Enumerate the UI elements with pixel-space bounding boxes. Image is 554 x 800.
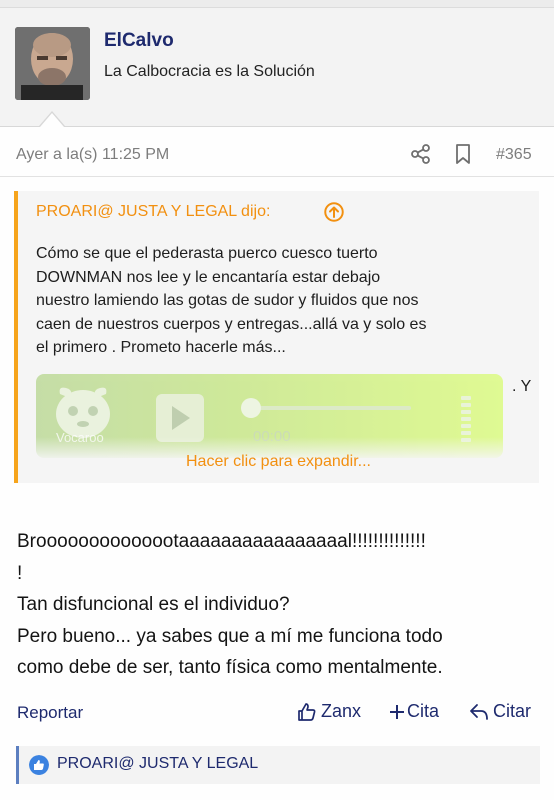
- reactions-bar[interactable]: PROARI@ JUSTA Y LEGAL: [16, 746, 540, 784]
- multiquote-button[interactable]: Cita: [389, 701, 439, 722]
- quote-block: PROARI@ JUSTA Y LEGAL dijo: Cómo se que …: [14, 191, 539, 483]
- header-pointer-fill: [40, 113, 64, 127]
- post-number[interactable]: #365: [496, 146, 532, 164]
- expand-quote-link[interactable]: Hacer clic para expandir...: [18, 453, 539, 471]
- post-body: Broooooooooooootaaaaaaaaaaaaaaaal!!!!!!!…: [17, 526, 547, 684]
- post-user-header: ElCalvo La Calbocracia es la Solución: [0, 8, 554, 127]
- post-line: como debe de ser, tanto física como ment…: [17, 657, 443, 678]
- quote-line: DOWNMAN nos lee y le encantaría estar de…: [36, 268, 381, 286]
- quote-trailing-text: . Y: [512, 378, 532, 395]
- like-reaction-icon: [29, 755, 49, 775]
- like-label: Zanx: [321, 701, 362, 721]
- quote-line: Cómo se que el pederasta puerco cuesco t…: [36, 245, 378, 262]
- thumbs-up-icon: [298, 703, 316, 722]
- post-line: Broooooooooooootaaaaaaaaaaaaaaaal!!!!!!!…: [17, 531, 426, 552]
- post-line: Pero bueno... ya sabes que a mí me funci…: [17, 625, 443, 647]
- post-line: !: [17, 562, 23, 584]
- go-to-quote-icon[interactable]: [324, 202, 344, 222]
- post-timestamp[interactable]: Ayer a la(s) 11:25 PM: [16, 146, 169, 164]
- quote-line: caen de nuestros cuerpos y entregas...al…: [36, 315, 427, 333]
- plus-icon: [390, 705, 404, 720]
- play-icon: [172, 406, 190, 430]
- reaction-users[interactable]: PROARI@ JUSTA Y LEGAL: [57, 755, 258, 773]
- report-button[interactable]: Reportar: [17, 703, 83, 723]
- reply-button[interactable]: Citar: [469, 701, 531, 722]
- post-line: Tan disfuncional es el individuo?: [17, 594, 290, 615]
- avatar[interactable]: [15, 27, 90, 100]
- reply-label: Citar: [493, 701, 532, 721]
- reply-arrow-icon: [470, 704, 488, 721]
- multiquote-label: Cita: [407, 701, 440, 721]
- post-meta: Ayer a la(s) 11:25 PM #365: [0, 138, 554, 172]
- quote-text: Cómo se que el pederasta puerco cuesco t…: [36, 242, 526, 360]
- bookmark-icon[interactable]: [454, 143, 472, 165]
- quote-author[interactable]: PROARI@ JUSTA Y LEGAL dijo:: [36, 203, 270, 221]
- user-title: La Calbocracia es la Solución: [104, 63, 315, 80]
- audio-scrubber[interactable]: [241, 398, 261, 418]
- quote-line: el primero . Prometo hacerle más...: [36, 339, 286, 356]
- play-button[interactable]: [156, 394, 204, 442]
- post-actions: Reportar Zanx Cita Citar: [0, 700, 554, 728]
- username[interactable]: ElCalvo: [104, 30, 174, 52]
- meta-divider: [0, 176, 554, 177]
- audio-track[interactable]: [251, 406, 411, 410]
- like-button[interactable]: Zanx: [297, 701, 361, 722]
- share-icon[interactable]: [410, 143, 432, 165]
- quote-line: nuestro lamiendo las gotas de sudor y fl…: [36, 292, 419, 309]
- top-edge: [0, 0, 554, 8]
